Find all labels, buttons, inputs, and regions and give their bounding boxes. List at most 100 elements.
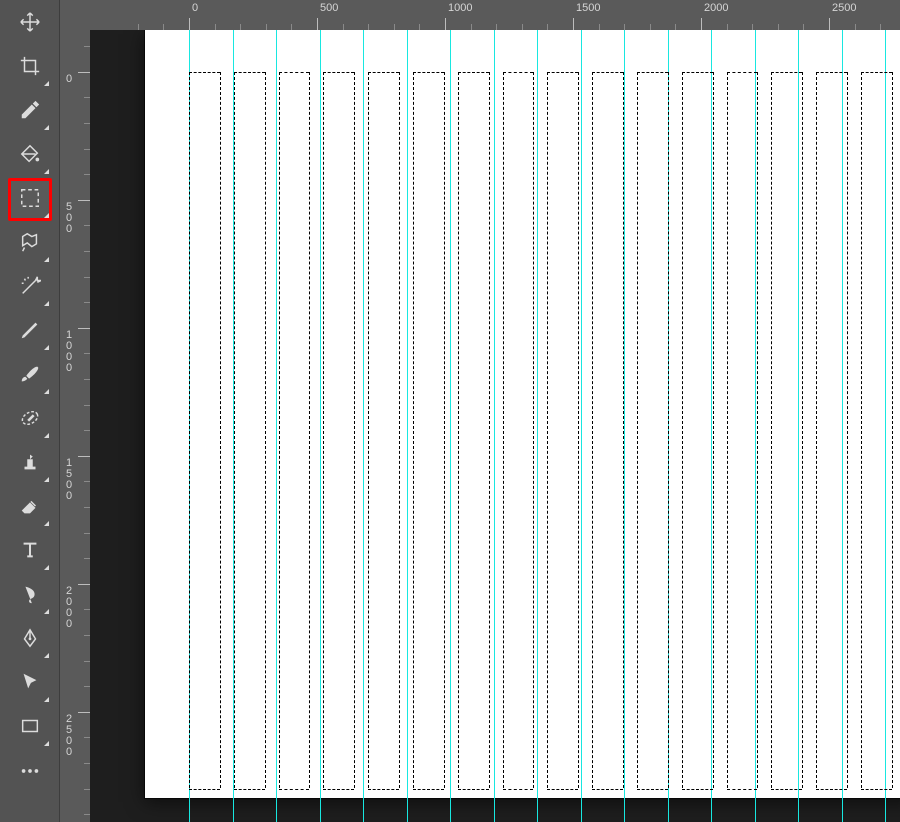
vertical-guide[interactable] <box>624 30 625 822</box>
selection-edge-vertical <box>727 72 728 789</box>
pen-tool[interactable] <box>8 618 52 661</box>
selection-edge-horizontal <box>592 789 623 790</box>
paint-bucket-tool[interactable] <box>8 134 52 177</box>
selection-edge-horizontal <box>861 789 892 790</box>
ruler-v-label: 2500 <box>63 714 75 758</box>
selection-edge-horizontal <box>637 789 668 790</box>
rectangle-shape-icon <box>19 715 41 740</box>
move-tool[interactable] <box>8 2 52 45</box>
selection-edge-vertical <box>503 72 504 789</box>
selection-edge-horizontal <box>323 789 354 790</box>
smudge-tool[interactable] <box>8 574 52 617</box>
selection-edge-horizontal <box>413 789 444 790</box>
ruler-h-label: 0 <box>192 2 198 14</box>
spot-healing-tool[interactable] <box>8 398 52 441</box>
ruler-h-label: 500 <box>320 2 338 14</box>
crop-tool[interactable] <box>8 46 52 89</box>
type-tool[interactable] <box>8 530 52 573</box>
selection-edge-vertical <box>892 72 893 789</box>
selection-edge-vertical <box>413 72 414 789</box>
selection-edge-horizontal <box>368 72 399 73</box>
lasso-tool[interactable] <box>8 222 52 265</box>
spot-healing-icon <box>19 407 41 432</box>
selection-edge-horizontal <box>279 789 310 790</box>
magic-wand-icon <box>19 275 41 300</box>
type-icon <box>19 539 41 564</box>
vertical-guide[interactable] <box>798 30 799 822</box>
selection-edge-horizontal <box>189 72 220 73</box>
vertical-guide[interactable] <box>320 30 321 822</box>
selection-edge-horizontal <box>458 789 489 790</box>
selection-edge-horizontal <box>503 789 534 790</box>
pencil-tool[interactable] <box>8 310 52 353</box>
selection-edge-horizontal <box>279 72 310 73</box>
move-icon <box>19 11 41 36</box>
selection-edge-horizontal <box>189 789 220 790</box>
pencil-icon <box>19 319 41 344</box>
selection-edge-vertical <box>847 72 848 789</box>
rectangular-marquee-icon <box>19 187 41 212</box>
paint-bucket-icon <box>19 143 41 168</box>
horizontal-ruler[interactable]: 050010001500200025003000 <box>90 0 900 31</box>
canvas-viewport[interactable] <box>90 30 900 822</box>
vertical-guide[interactable] <box>755 30 756 822</box>
selection-edge-vertical <box>713 72 714 789</box>
ruler-h-label: 1500 <box>576 2 600 14</box>
vertical-guide[interactable] <box>885 30 886 822</box>
selection-edge-vertical <box>578 72 579 789</box>
lasso-icon <box>19 231 41 256</box>
rectangular-marquee-tool[interactable] <box>8 178 52 221</box>
pen-icon <box>19 627 41 652</box>
selection-edge-horizontal <box>234 72 265 73</box>
clone-stamp-tool[interactable] <box>8 442 52 485</box>
vertical-guide[interactable] <box>363 30 364 822</box>
selection-edge-vertical <box>682 72 683 789</box>
eraser-icon <box>19 495 41 520</box>
selection-edge-vertical <box>279 72 280 789</box>
ruler-v-label: 500 <box>63 202 75 235</box>
selection-edge-horizontal <box>727 789 758 790</box>
vertical-ruler[interactable]: 050010001500200025003000 <box>60 30 91 822</box>
selection-edge-vertical <box>816 72 817 789</box>
selection-edge-horizontal <box>234 789 265 790</box>
selection-edge-horizontal <box>682 789 713 790</box>
path-selection-tool[interactable] <box>8 662 52 705</box>
vertical-guide[interactable] <box>450 30 451 822</box>
ruler-v-label: 2000 <box>63 586 75 630</box>
more-tools-icon <box>19 766 41 778</box>
brush-tool[interactable] <box>8 354 52 397</box>
selection-edge-horizontal <box>547 789 578 790</box>
magic-wand-tool[interactable] <box>8 266 52 309</box>
selection-edge-vertical <box>265 72 266 789</box>
selection-edge-horizontal <box>816 72 847 73</box>
vertical-guide[interactable] <box>494 30 495 822</box>
more-tools[interactable] <box>8 750 52 793</box>
vertical-guide[interactable] <box>276 30 277 822</box>
selection-edge-horizontal <box>547 72 578 73</box>
selection-edge-vertical <box>444 72 445 789</box>
document-canvas[interactable] <box>145 30 900 798</box>
selection-edge-vertical <box>637 72 638 789</box>
eyedropper-icon <box>19 99 41 124</box>
eyedropper-tool[interactable] <box>8 90 52 133</box>
selection-edge-vertical <box>234 72 235 789</box>
vertical-guide[interactable] <box>407 30 408 822</box>
selection-edge-vertical <box>323 72 324 789</box>
toolbar <box>0 0 60 822</box>
selection-edge-vertical <box>399 72 400 789</box>
vertical-guide[interactable] <box>537 30 538 822</box>
selection-edge-horizontal <box>771 72 802 73</box>
ruler-origin-corner[interactable] <box>60 0 91 31</box>
eraser-tool[interactable] <box>8 486 52 529</box>
vertical-guide[interactable] <box>581 30 582 822</box>
clone-stamp-icon <box>19 451 41 476</box>
selection-edge-horizontal <box>503 72 534 73</box>
selection-edge-horizontal <box>727 72 758 73</box>
rectangle-shape-tool[interactable] <box>8 706 52 749</box>
crop-icon <box>19 55 41 80</box>
selection-edge-vertical <box>757 72 758 789</box>
smudge-icon <box>19 583 41 608</box>
selection-edge-vertical <box>220 72 221 789</box>
vertical-guide[interactable] <box>842 30 843 822</box>
selection-edge-vertical <box>547 72 548 789</box>
